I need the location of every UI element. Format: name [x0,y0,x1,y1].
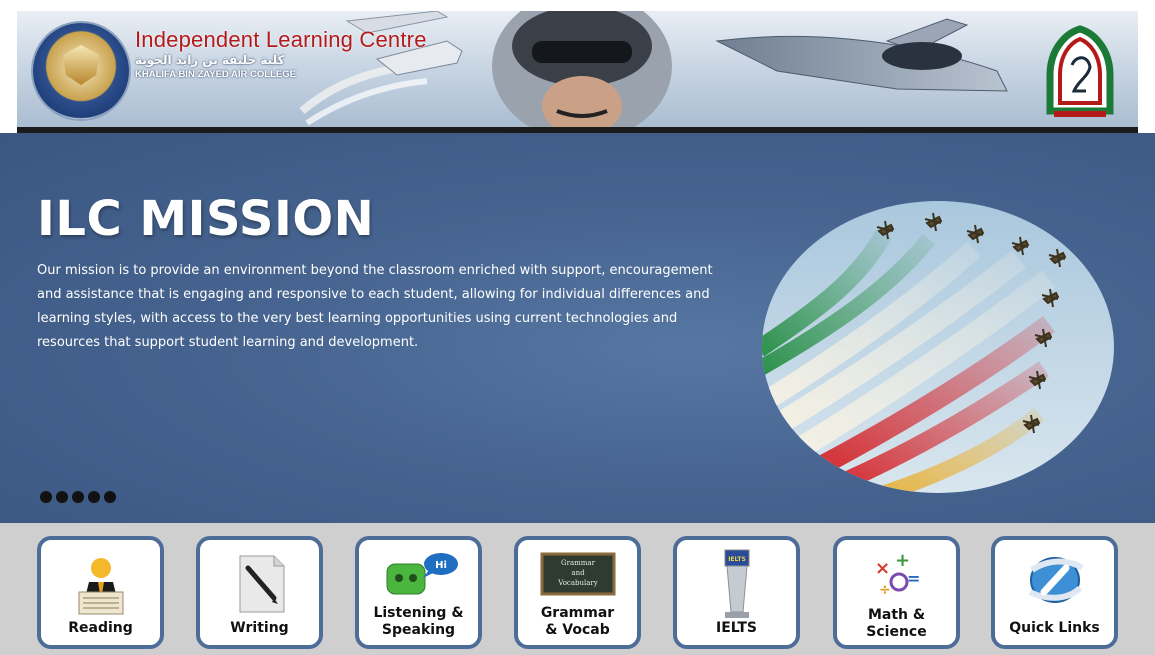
chalkboard-line-1: Grammar [561,559,596,567]
category-navbar: Reading Writing Hi Listening & Speaking G… [0,523,1155,655]
grammar-vocab-icon: Grammar and Vocabulary [540,552,615,596]
site-title: Independent Learning Centre [135,27,427,52]
chalkboard-line-3: Vocabulary [557,579,597,587]
uae-emblem-logo [1046,25,1114,117]
college-crest-logo [33,23,129,119]
college-name: KHALIFA BIN ZAYED AIR COLLEGE [135,69,296,80]
mission-title: ILC MISSION [37,191,375,247]
nav-tile-listening-speaking[interactable]: Hi Listening & Speaking [355,536,482,649]
kiosk-screen-text: IELTS [728,556,746,563]
nav-tile-writing[interactable]: Writing [196,536,323,649]
nav-tile-label: Reading [68,620,133,636]
chalkboard-line-2: and [571,569,585,577]
slide-pagination [40,491,116,503]
nav-tile-math-science[interactable]: × + = ÷ Math & Science [833,536,960,649]
nav-tile-label: Math & Science [866,607,927,640]
slide-dot-2[interactable] [56,491,68,503]
nav-tile-label: Writing [230,620,289,636]
header-banner: Independent Learning Centre كلية خليفة ب… [17,11,1138,130]
nav-tile-label: Grammar & Vocab [540,605,615,638]
quick-links-icon [1028,557,1084,603]
crest-shield [63,45,99,85]
nav-tile-reading[interactable]: Reading [37,536,164,649]
air-show-jets-image [762,201,1114,493]
slide-dot-4[interactable] [88,491,100,503]
nav-tile-label: IELTS [715,620,757,636]
nav-tile-grammar-vocab[interactable]: Grammar and Vocabulary Grammar & Vocab [514,536,641,649]
nav-tile-quick-links[interactable]: Quick Links [991,536,1118,649]
nav-tile-label: Quick Links [1009,620,1100,636]
writing-icon [239,555,284,613]
mission-slide: ILC MISSION Our mission is to provide an… [0,133,1155,523]
slide-dot-3[interactable] [72,491,84,503]
reading-icon [78,558,123,615]
slide-dot-1[interactable] [40,491,52,503]
svg-text:÷: ÷ [879,582,891,598]
slide-dot-5[interactable] [104,491,116,503]
nav-tile-ielts[interactable]: IELTS IELTS [673,536,800,649]
svg-text:=: = [907,569,920,588]
college-arabic-name: كلية خليفة بن زايد الجوية [135,53,285,67]
math-science-icon: × + = ÷ [875,550,920,598]
nav-tile-label: Listening & Speaking [373,605,464,638]
svg-text:×: × [875,558,890,579]
listening-speaking-icon: Hi [386,553,458,595]
ielts-icon: IELTS [724,549,749,618]
svg-text:+: + [895,550,910,571]
speech-bubble-text: Hi [435,560,447,571]
mission-text: Our mission is to provide an environment… [37,263,713,350]
